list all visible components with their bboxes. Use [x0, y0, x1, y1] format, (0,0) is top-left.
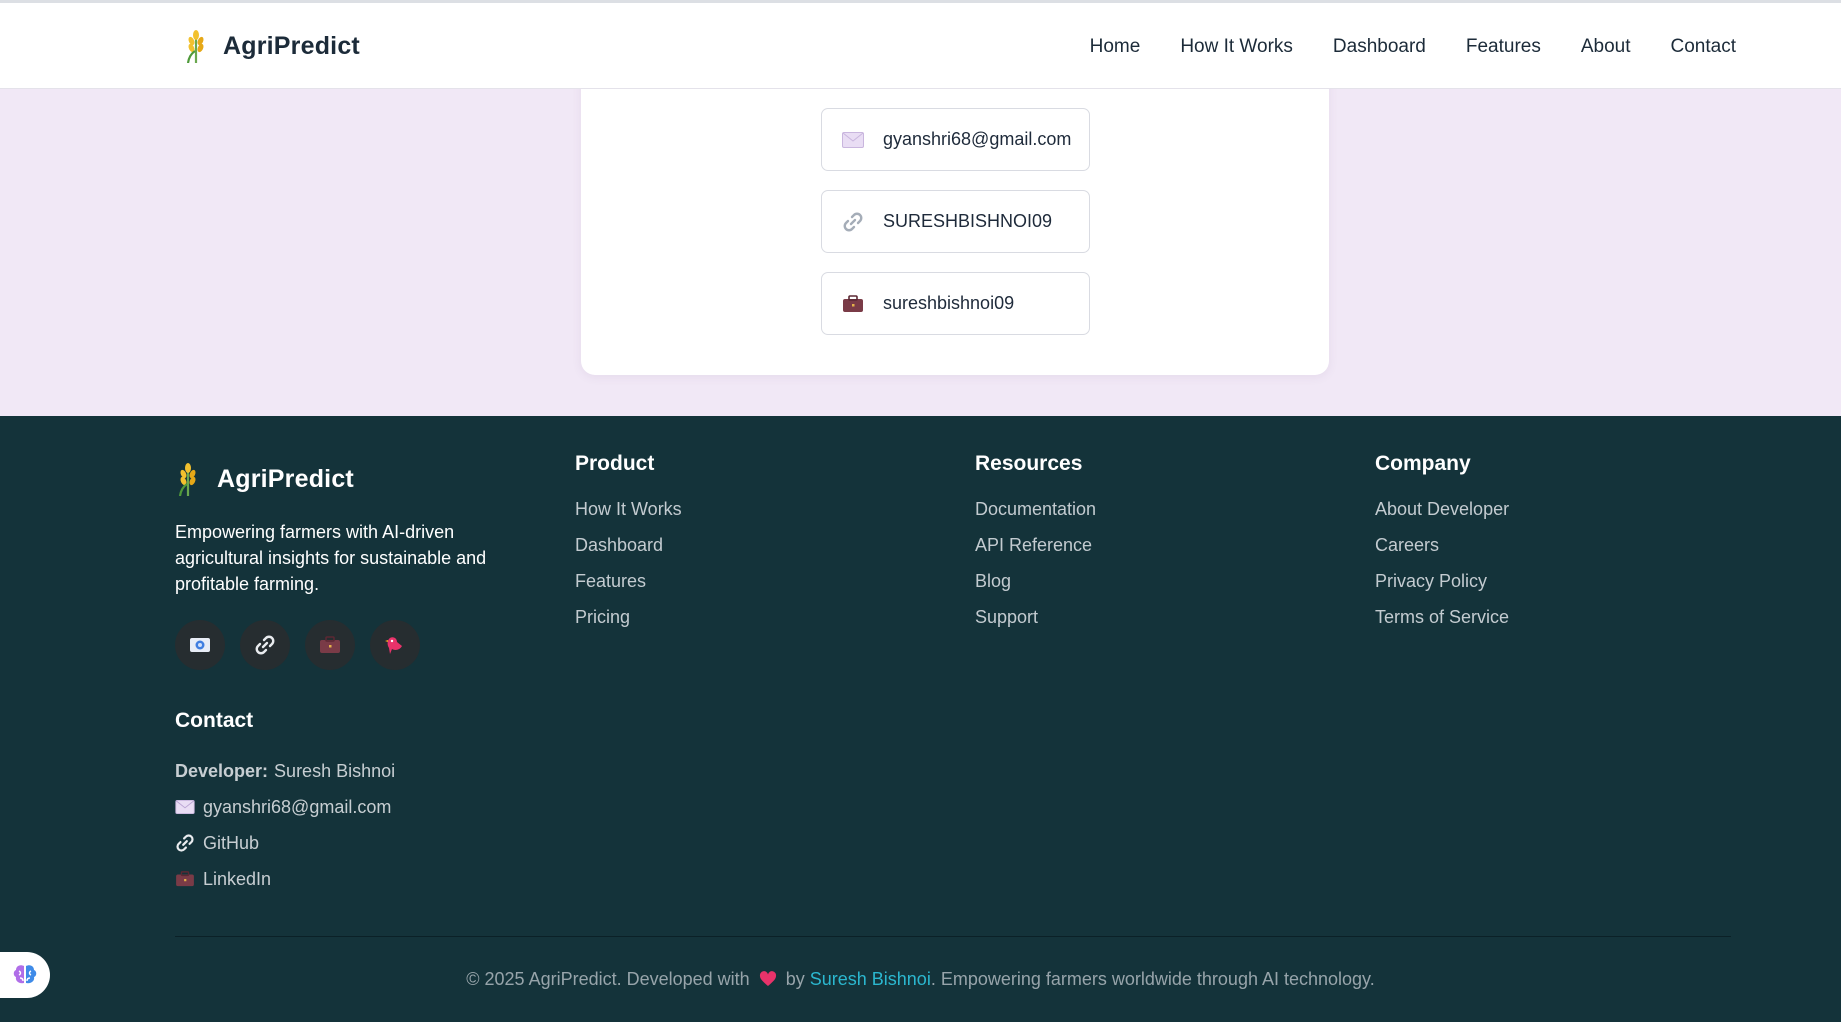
linkedin-contact-pill[interactable]: sureshbishnoi09: [821, 272, 1090, 335]
email-contact-pill[interactable]: gyanshri68@gmail.com: [821, 108, 1090, 171]
footer-brand-name: AgriPredict: [217, 464, 354, 493]
footer-linkedin-row: LinkedIn: [175, 861, 395, 897]
footer-link-dashboard[interactable]: Dashboard: [575, 527, 682, 563]
footer-link-about-developer[interactable]: About Developer: [1375, 491, 1509, 527]
nav-features[interactable]: Features: [1466, 36, 1541, 58]
nav-contact[interactable]: Contact: [1671, 36, 1736, 58]
footer-link-support[interactable]: Support: [975, 599, 1096, 635]
developer-label: Developer:: [175, 760, 269, 781]
github-contact-pill[interactable]: SURESHBISHNOI09: [821, 190, 1090, 253]
footer-link-pricing[interactable]: Pricing: [575, 599, 682, 635]
footer-contact-heading: Contact: [175, 709, 254, 732]
social-links: [175, 620, 435, 670]
footer-column-company: Company About Developer Careers Privacy …: [1375, 452, 1509, 635]
briefcase-icon: [320, 636, 340, 653]
footer-contact-list: Developer: Suresh Bishnoi gyanshri68@gma…: [175, 753, 395, 897]
footer-link-how-it-works[interactable]: How It Works: [575, 491, 682, 527]
briefcase-icon: [175, 871, 197, 887]
site-footer: AgriPredict Empowering farmers with AI-d…: [0, 416, 1841, 1022]
heart-icon: [759, 971, 776, 986]
footer-github-row: GitHub: [175, 825, 395, 861]
link-icon: [255, 635, 275, 655]
email-contact-value: gyanshri68@gmail.com: [883, 129, 1072, 149]
brand[interactable]: AgriPredict: [183, 29, 360, 63]
social-photo-button[interactable]: [175, 620, 225, 670]
footer-column-heading: Resources: [975, 452, 1083, 475]
copyright-text: © 2025 AgriPredict. Developed with by Su…: [0, 969, 1841, 990]
briefcase-icon: [842, 293, 864, 315]
footer-column-heading: Product: [575, 452, 655, 475]
ai-assistant-button[interactable]: [0, 952, 50, 998]
wheat-icon: [178, 463, 196, 496]
footer-brand[interactable]: AgriPredict: [175, 462, 354, 496]
footer-link-blog[interactable]: Blog: [975, 563, 1096, 599]
footer-email-link[interactable]: gyanshri68@gmail.com: [203, 797, 391, 818]
link-icon: [842, 211, 864, 233]
nav-about[interactable]: About: [1581, 36, 1631, 58]
footer-link-terms-of-service[interactable]: Terms of Service: [1375, 599, 1509, 635]
social-github-button[interactable]: [240, 620, 290, 670]
nav-how-it-works[interactable]: How It Works: [1180, 36, 1293, 58]
footer-linkedin-link[interactable]: LinkedIn: [203, 869, 271, 890]
main-nav: Home How It Works Dashboard Features Abo…: [1050, 36, 1736, 58]
footer-link-documentation[interactable]: Documentation: [975, 491, 1096, 527]
copyright-developer-link[interactable]: Suresh Bishnoi: [810, 969, 931, 989]
top-navbar: AgriPredict Home How It Works Dashboard …: [0, 0, 1841, 89]
footer-column-heading: Company: [1375, 452, 1471, 475]
social-bird-button[interactable]: [370, 620, 420, 670]
nav-dashboard[interactable]: Dashboard: [1333, 36, 1426, 58]
footer-tagline: Empowering farmers with AI-driven agricu…: [175, 522, 487, 594]
footer-link-careers[interactable]: Careers: [1375, 527, 1509, 563]
brand-name: AgriPredict: [223, 31, 360, 60]
linkedin-contact-value: sureshbishnoi09: [883, 293, 1015, 313]
footer-column-resources: Resources Documentation API Reference Bl…: [975, 452, 1096, 635]
footer-github-link[interactable]: GitHub: [203, 833, 259, 854]
copyright-prefix: © 2025 AgriPredict. Developed with: [466, 969, 750, 989]
envelope-icon: [175, 800, 197, 814]
github-contact-value: SURESHBISHNOI09: [883, 211, 1053, 231]
copyright-suffix: . Empowering farmers worldwide through A…: [930, 969, 1375, 989]
footer-link-privacy-policy[interactable]: Privacy Policy: [1375, 563, 1509, 599]
footer-link-api-reference[interactable]: API Reference: [975, 527, 1096, 563]
nav-home[interactable]: Home: [1090, 36, 1141, 58]
footer-link-features[interactable]: Features: [575, 563, 682, 599]
footer-divider: [175, 936, 1731, 937]
bird-icon: [385, 637, 402, 654]
footer-column-product: Product How It Works Dashboard Features …: [575, 452, 682, 635]
brain-icon: [13, 965, 37, 984]
developer-contact-card: gyanshri68@gmail.com SURESHBISHNOI09 sur…: [581, 60, 1329, 375]
footer-email-row: gyanshri68@gmail.com: [175, 789, 395, 825]
developer-name: Suresh Bishnoi: [274, 760, 396, 781]
photo-icon: [190, 638, 210, 652]
copyright-by: by: [785, 969, 805, 989]
link-icon: [175, 833, 197, 853]
wheat-icon: [186, 30, 204, 63]
developer-row: Developer: Suresh Bishnoi: [175, 753, 395, 789]
social-linkedin-button[interactable]: [305, 620, 355, 670]
envelope-icon: [842, 129, 864, 151]
